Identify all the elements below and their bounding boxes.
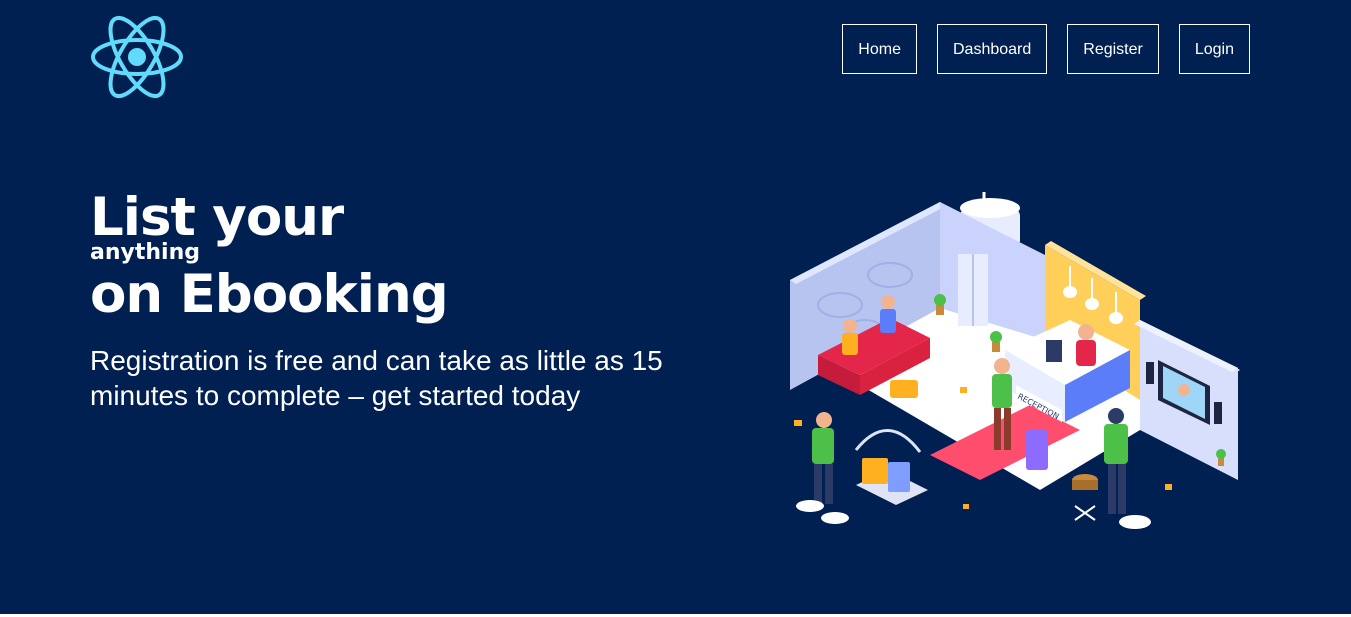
nav-register-button[interactable]: Register: [1067, 24, 1159, 74]
nav-dashboard-button[interactable]: Dashboard: [936, 24, 1048, 74]
hero-title-line2: anything: [90, 240, 200, 265]
react-logo-icon[interactable]: [88, 12, 186, 102]
page: Home Dashboard Register Login List your …: [0, 0, 1351, 614]
hero-title-line3: on Ebooking: [90, 264, 449, 325]
hero-subtitle: Registration is free and can take as lit…: [90, 345, 663, 411]
hero: List your anything on Ebooking Registrat…: [90, 186, 730, 413]
main-nav: Home Dashboard Register Login: [842, 24, 1250, 74]
nav-home-button[interactable]: Home: [842, 24, 917, 74]
nav-login-button[interactable]: Login: [1178, 24, 1250, 74]
hotel-reception-illustration: RECEPTION: [790, 192, 1240, 529]
